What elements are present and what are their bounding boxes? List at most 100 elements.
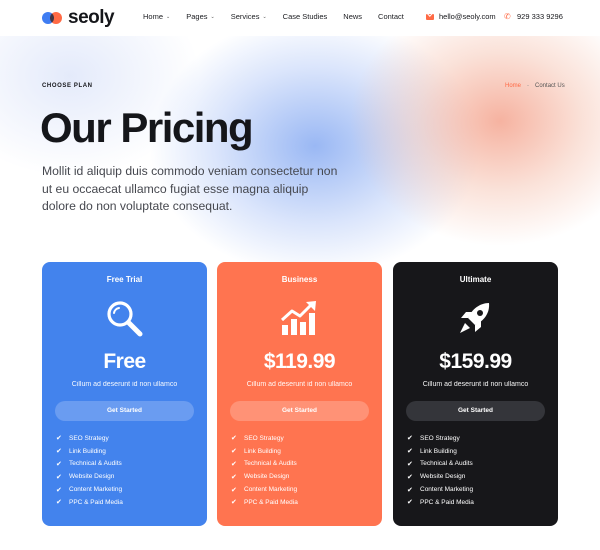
nav-case-studies-label: Case Studies bbox=[282, 12, 328, 21]
feature-label: Content Marketing bbox=[420, 486, 474, 494]
nav-case-studies[interactable]: Case Studies bbox=[283, 12, 328, 21]
plan-description: Cillum ad deserunt id non ullamco bbox=[71, 381, 178, 388]
feature-item: ✔ PPC & Paid Media bbox=[407, 496, 474, 509]
feature-item: ✔ Technical & Audits bbox=[231, 458, 298, 471]
breadcrumb: Home - Contact Us bbox=[505, 83, 565, 89]
feature-item: ✔ PPC & Paid Media bbox=[231, 496, 298, 509]
nav-home[interactable]: Home ⌄ bbox=[143, 12, 170, 21]
main-nav: Home ⌄ Pages ⌄ Services ⌄ Case Studies N… bbox=[143, 12, 420, 21]
nav-services-label: Services bbox=[230, 12, 260, 21]
feature-item: ✔ Website Design bbox=[56, 470, 123, 483]
breadcrumb-current: Contact Us bbox=[535, 83, 565, 89]
feature-label: SEO Strategy bbox=[69, 434, 109, 442]
contact-email-link[interactable]: hello@seoly.com bbox=[426, 12, 496, 21]
feature-item: ✔ Technical & Audits bbox=[407, 458, 474, 471]
nav-pages[interactable]: Pages ⌄ bbox=[186, 12, 214, 21]
pricing-card-business: Business $119.99 Cillum ad deserunt id n… bbox=[217, 262, 382, 526]
check-icon: ✔ bbox=[56, 460, 62, 468]
feature-label: PPC & Paid Media bbox=[244, 498, 298, 506]
check-icon: ✔ bbox=[407, 486, 413, 494]
feature-label: Website Design bbox=[69, 473, 115, 481]
plan-name: Ultimate bbox=[459, 275, 492, 284]
check-icon: ✔ bbox=[231, 460, 237, 468]
feature-label: Link Building bbox=[420, 447, 457, 455]
brand-logo[interactable]: seoly bbox=[42, 7, 115, 29]
feature-label: SEO Strategy bbox=[244, 434, 284, 442]
check-icon: ✔ bbox=[56, 448, 62, 456]
phone-icon: ✆ bbox=[504, 11, 511, 21]
plan-name: Free Trial bbox=[106, 275, 143, 284]
check-icon: ✔ bbox=[407, 448, 413, 456]
feature-label: Technical & Audits bbox=[69, 460, 122, 468]
feature-item: ✔ Link Building bbox=[56, 445, 123, 458]
contact-email-text: hello@seoly.com bbox=[439, 12, 496, 21]
feature-item: ✔ Link Building bbox=[231, 445, 298, 458]
site-header: seoly Home ⌄ Pages ⌄ Services ⌄ Case Stu… bbox=[0, 0, 600, 36]
feature-label: Content Marketing bbox=[69, 486, 123, 494]
check-icon: ✔ bbox=[231, 473, 237, 481]
feature-item: ✔ SEO Strategy bbox=[407, 432, 474, 445]
breadcrumb-home-link[interactable]: Home bbox=[505, 83, 521, 89]
check-icon: ✔ bbox=[56, 435, 62, 443]
check-icon: ✔ bbox=[231, 448, 237, 456]
plan-description: Cillum ad deserunt id non ullamco bbox=[246, 381, 353, 388]
nav-services[interactable]: Services ⌄ bbox=[231, 12, 267, 21]
logo-mark-icon bbox=[42, 11, 64, 25]
check-icon: ✔ bbox=[56, 499, 62, 507]
check-icon: ✔ bbox=[56, 473, 62, 481]
contact-phone-text: 929 333 9296 bbox=[517, 12, 563, 21]
rocket-icon bbox=[460, 303, 490, 333]
check-icon: ✔ bbox=[231, 435, 237, 443]
check-icon: ✔ bbox=[407, 460, 413, 468]
feature-label: Link Building bbox=[69, 447, 106, 455]
feature-label: Link Building bbox=[244, 447, 281, 455]
hero-description: Mollit id aliquip duis commodo veniam co… bbox=[42, 164, 338, 213]
plan-price: Free bbox=[103, 350, 146, 373]
get-started-button[interactable]: Get Started bbox=[406, 401, 545, 421]
feature-list: ✔ SEO Strategy ✔ Link Building ✔ Technical … bbox=[407, 432, 474, 509]
feature-item: ✔ Website Design bbox=[231, 470, 298, 483]
hero-eyebrow: CHOOSE PLAN bbox=[42, 83, 93, 89]
plan-description: Cillum ad deserunt id non ullamco bbox=[422, 381, 529, 388]
hero-section: CHOOSE PLAN Home - Contact Us Our Pricin… bbox=[0, 36, 600, 286]
feature-label: PPC & Paid Media bbox=[69, 498, 123, 506]
feature-item: ✔ PPC & Paid Media bbox=[56, 496, 123, 509]
check-icon: ✔ bbox=[231, 499, 237, 507]
nav-news[interactable]: News bbox=[343, 12, 362, 21]
feature-item: ✔ SEO Strategy bbox=[56, 432, 123, 445]
check-icon: ✔ bbox=[407, 473, 413, 481]
feature-list: ✔ SEO Strategy ✔ Link Building ✔ Technical … bbox=[231, 432, 298, 509]
plan-price: $159.99 bbox=[439, 350, 512, 373]
contact-phone-link[interactable]: ✆ 929 333 9296 bbox=[504, 12, 563, 21]
check-icon: ✔ bbox=[56, 486, 62, 494]
magnifier-icon bbox=[107, 301, 143, 337]
pricing-card-ultimate: Ultimate $159.99 Cillum ad deserunt id n… bbox=[393, 262, 558, 526]
nav-news-label: News bbox=[343, 12, 363, 21]
feature-label: Website Design bbox=[420, 473, 466, 481]
feature-label: Content Marketing bbox=[244, 486, 298, 494]
feature-item: ✔ Content Marketing bbox=[56, 483, 123, 496]
get-started-button[interactable]: Get Started bbox=[230, 401, 369, 421]
feature-item: ✔ Website Design bbox=[407, 470, 474, 483]
growth-chart-icon bbox=[280, 301, 316, 335]
plan-price: $119.99 bbox=[263, 350, 336, 373]
plan-name: Business bbox=[281, 275, 318, 284]
mail-icon bbox=[426, 13, 434, 20]
check-icon: ✔ bbox=[407, 499, 413, 507]
nav-contact-label: Contact bbox=[378, 12, 404, 21]
feature-label: SEO Strategy bbox=[420, 434, 460, 442]
chevron-down-icon: ⌄ bbox=[262, 13, 267, 20]
get-started-button[interactable]: Get Started bbox=[55, 401, 194, 421]
feature-label: PPC & Paid Media bbox=[420, 498, 474, 506]
feature-item: ✔ Content Marketing bbox=[407, 483, 474, 496]
feature-label: Website Design bbox=[244, 473, 290, 481]
feature-item: ✔ SEO Strategy bbox=[231, 432, 298, 445]
feature-item: ✔ Link Building bbox=[407, 445, 474, 458]
nav-pages-label: Pages bbox=[186, 12, 208, 21]
feature-item: ✔ Technical & Audits bbox=[56, 458, 123, 471]
page-title: Our Pricing bbox=[40, 104, 254, 151]
nav-contact[interactable]: Contact bbox=[378, 12, 404, 21]
check-icon: ✔ bbox=[407, 435, 413, 443]
chevron-down-icon: ⌄ bbox=[166, 13, 171, 20]
pricing-card-free-trial: Free Trial Free Cillum ad deserunt id no… bbox=[42, 262, 207, 526]
